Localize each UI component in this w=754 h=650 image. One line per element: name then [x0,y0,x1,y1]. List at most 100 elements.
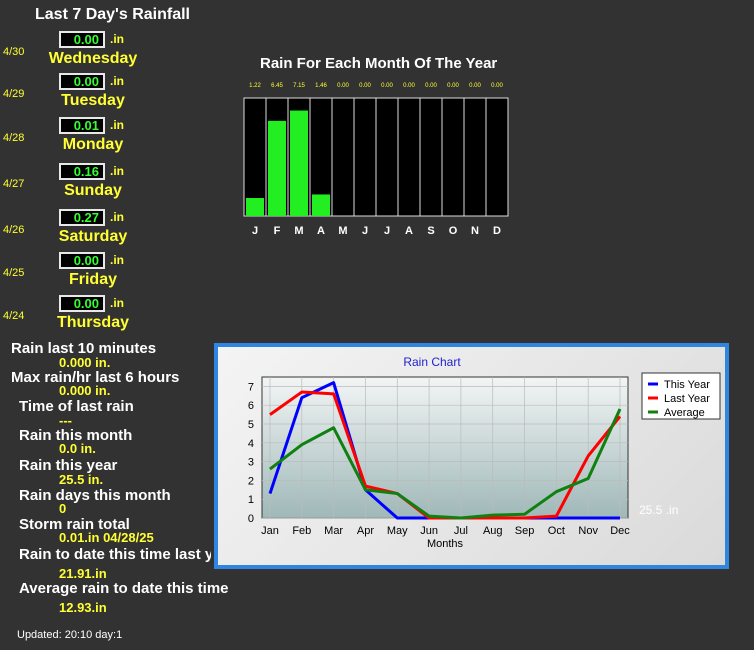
y-tick-label: 1 [248,494,254,506]
stat-label: Rain days this month [19,487,171,504]
day-name: Sunday [64,182,122,199]
x-tick-label: J [252,225,258,237]
bar [290,110,308,216]
x-tick-label: N [471,225,479,237]
legend-label: Last Year [664,393,710,405]
day-date: 4/28 [3,132,25,144]
data-label: 0.00 [403,83,415,89]
data-label: 0.00 [425,83,437,89]
day-rain-unit: .in [110,118,124,132]
day-rain-value: 0.01 [59,117,105,134]
stat-value: 12.93.in [59,600,107,615]
data-label: 0.00 [381,83,393,89]
day-name: Saturday [58,228,128,245]
x-tick-label: A [317,225,325,237]
day-rain-value: 0.00 [59,73,105,90]
stat-value: --- [59,413,72,428]
x-tick-label: May [387,525,408,537]
stat-value: 0.01.in 04/28/25 [59,530,154,545]
stat-value: 0.000 in. [59,355,111,370]
day-date: 4/24 [3,310,25,322]
stat-label: Time of last rain [19,398,134,415]
y-tick-label: 5 [248,419,254,431]
x-tick-label: Mar [324,525,343,537]
day-name: Tuesday [61,92,125,109]
x-tick-label: Apr [357,525,374,537]
x-tick-label: F [274,225,281,237]
monthly-chart-title: Rain For Each Month Of The Year [260,55,498,72]
day-rain-unit: .in [110,210,124,224]
x-tick-label: Nov [578,525,598,537]
data-label: 0.00 [359,83,371,89]
day-rain-unit: .in [110,296,124,310]
x-tick-label: D [493,225,501,237]
rain-line-chart: Rain Chart 0 1 2 3 4 5 6 7 Jan Feb Mar Apr May Jun Jul A… [248,355,721,550]
day-rain-unit: .in [110,32,124,46]
x-tick-label: M [294,225,303,237]
stat-value: 25.5 in. [59,472,104,487]
stat-value: 0.000 in. [59,383,111,398]
x-tick-label: Dec [610,525,630,537]
data-label: 0.00 [337,83,349,89]
day-rain-value: 0.27 [59,209,105,226]
data-label: 1.46 [315,83,327,89]
chart-title: Rain Chart [403,355,461,369]
rain-chart-panel: Rain Chart 0 1 2 3 4 5 6 7 Jan Feb Mar Apr May Jun Jul A… [214,343,729,569]
updated-timestamp: Updated: 20:10 day:1 [17,629,123,641]
x-tick-label: Oct [548,525,565,537]
day-date: 4/30 [3,46,25,58]
data-label: 1.22 [249,83,261,89]
data-label: 0.00 [469,83,481,89]
x-tick-label: S [427,225,434,237]
stat-label: Rain to date this time last year [19,546,211,563]
x-axis-title: Months [427,538,464,550]
day-name: Monday [62,136,124,153]
x-tick-label: O [449,225,458,237]
x-tick-label: Aug [483,525,503,537]
x-tick-label: A [405,225,413,237]
stat-label: Average rain to date this time [19,580,229,597]
y-tick-label: 3 [248,457,254,469]
day-rain-value: 0.16 [59,163,105,180]
y-tick-label: 7 [248,381,254,393]
y-tick-label: 2 [248,475,254,487]
stat-value: 0 [59,501,67,516]
day-date: 4/27 [3,178,25,190]
data-label: 0.00 [447,83,459,89]
stat-value: 21.91.in [59,566,107,581]
legend-label: Average [664,407,705,419]
x-tick-label: Jul [454,525,468,537]
x-tick-label: Sep [515,525,535,537]
bar [268,120,286,216]
x-tick-label: Jun [420,525,438,537]
x-tick-label: Feb [292,525,311,537]
day-rain-unit: .in [110,253,124,267]
day-rain-value: 0.00 [59,252,105,269]
x-tick-label: Jan [261,525,279,537]
x-tick-label: J [362,225,368,237]
plot-area [261,376,629,519]
x-tick-label: M [338,225,347,237]
day-name: Thursday [56,314,129,331]
day-rain-unit: .in [110,164,124,178]
y-tick-label: 6 [248,400,254,412]
y-tick-label: 4 [248,438,254,450]
day-name: Wednesday [48,50,138,67]
day-rain-value: 0.00 [59,31,105,48]
x-tick-label: J [384,225,390,237]
day-name: Friday [68,271,117,288]
data-label: 0.00 [491,83,503,89]
legend-label: This Year [664,379,710,391]
day-date: 4/26 [3,224,25,236]
monthly-bar-chart: 1.22 J 6.45 F 7.15 M 1.46 A 0.00 M 0.00 J 0.00 J 0.00 A… [243,83,509,237]
stat-value: 0.0 in. [59,441,96,456]
day-rain-value: 0.00 [59,295,105,312]
data-label: 6.45 [271,83,283,89]
bar [312,194,330,216]
year-total-label: 25.5 .in [639,503,679,517]
data-label: 7.15 [293,83,305,89]
last7-title: Last 7 Day's Rainfall [35,6,190,23]
day-date: 4/25 [3,267,25,279]
y-tick-label: 0 [248,513,254,525]
bar [246,198,264,216]
